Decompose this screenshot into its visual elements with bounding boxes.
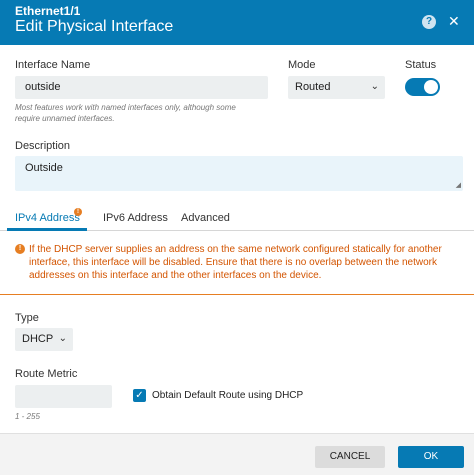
dialog-footer: CANCEL OK <box>0 433 474 475</box>
dialog-subtitle: Ethernet1/1 <box>15 4 81 18</box>
dialog-title: Edit Physical Interface <box>15 18 174 35</box>
resize-grip-icon[interactable]: ◢ <box>456 181 461 189</box>
route-metric-input[interactable] <box>15 385 112 408</box>
status-toggle[interactable] <box>405 78 440 96</box>
tab-ipv6-address[interactable]: IPv6 Address <box>103 212 168 224</box>
route-metric-hint: 1 - 255 <box>15 412 40 421</box>
default-route-label[interactable]: Obtain Default Route using DHCP <box>152 390 303 401</box>
description-value: Outside <box>25 162 63 174</box>
ok-button[interactable]: OK <box>398 446 464 468</box>
type-select-value: DHCP <box>22 333 54 345</box>
mode-select[interactable]: Routed ⌄ <box>288 76 385 99</box>
toggle-knob <box>424 80 438 94</box>
active-tab-indicator <box>7 228 87 231</box>
cancel-button[interactable]: CANCEL <box>315 446 385 468</box>
help-icon[interactable]: ? <box>422 15 436 29</box>
chevron-down-icon: ⌄ <box>370 81 379 92</box>
interface-name-input[interactable]: outside <box>15 76 268 99</box>
tab-warning-icon: ! <box>74 208 82 216</box>
mode-label: Mode <box>288 59 316 71</box>
status-label: Status <box>405 59 437 71</box>
warning-divider <box>0 294 474 295</box>
route-metric-label: Route Metric <box>15 368 78 380</box>
warning-icon: ! <box>15 244 25 254</box>
interface-name-label: Interface Name <box>15 59 91 71</box>
chevron-down-icon: ⌄ <box>58 333 67 344</box>
type-select[interactable]: DHCP ⌄ <box>15 328 73 351</box>
default-route-checkbox[interactable]: ✓ <box>133 389 146 402</box>
interface-name-hint: Most features work with named interfaces… <box>15 103 236 123</box>
mode-select-value: Routed <box>295 81 331 93</box>
description-label: Description <box>15 140 71 152</box>
dialog-header: Ethernet1/1 Edit Physical Interface ? ✕ <box>0 0 474 45</box>
tab-ipv4-address[interactable]: IPv4 Address <box>15 212 80 224</box>
close-icon[interactable]: ✕ <box>448 12 460 30</box>
tab-advanced[interactable]: Advanced <box>181 212 230 224</box>
description-textarea[interactable]: Outside ◢ <box>15 156 463 191</box>
type-label: Type <box>15 312 39 324</box>
dhcp-warning-message: If the DHCP server supplies an address o… <box>29 244 442 281</box>
